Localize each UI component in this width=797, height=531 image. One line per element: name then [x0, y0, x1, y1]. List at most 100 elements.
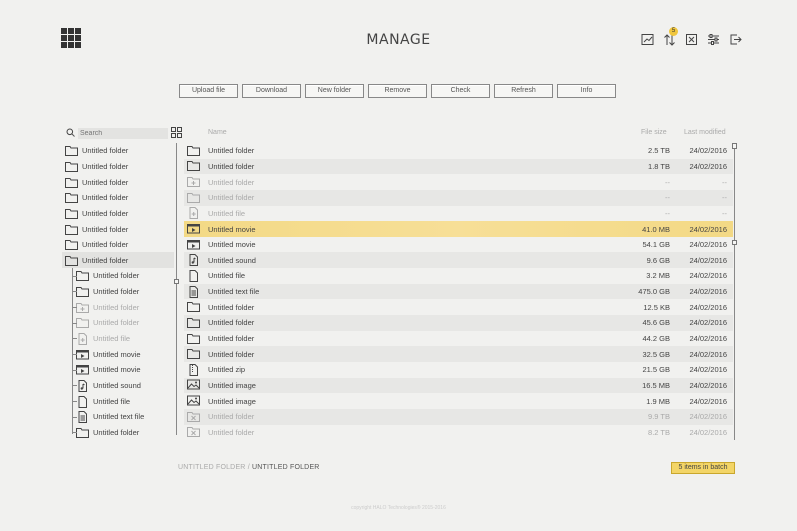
tree-item[interactable]: Untitled folder	[62, 159, 174, 175]
folder-icon	[65, 192, 78, 204]
file-add-icon	[187, 207, 200, 220]
top-toolbar-icons: 5	[636, 27, 746, 47]
file-name: Untitled image	[208, 396, 256, 406]
tree-item[interactable]: Untitled folder	[62, 425, 174, 441]
sliders-icon[interactable]	[702, 31, 724, 47]
image-icon	[187, 395, 200, 407]
tree-connector-tick	[72, 400, 77, 402]
folder-icon	[65, 145, 78, 157]
copyright: copyright HALO Technologies® 2015-2016	[351, 505, 446, 511]
close-box-icon[interactable]	[680, 31, 702, 47]
chart-icon[interactable]	[636, 31, 658, 47]
movie-icon	[187, 239, 200, 251]
info-button[interactable]: Info	[557, 84, 616, 98]
remove-button[interactable]: Remove	[368, 84, 427, 98]
new-folder-button[interactable]: New folder	[305, 84, 364, 98]
file-row[interactable]: Untitled folder -- --	[184, 174, 733, 190]
file-name: Untitled folder	[208, 177, 255, 187]
file-row[interactable]: Untitled movie 54.1 GB 24/02/2016	[184, 237, 733, 253]
file-row[interactable]: Untitled folder 1.8 TB 24/02/2016	[184, 158, 733, 175]
text-file-icon	[187, 285, 200, 298]
tree-item[interactable]: Untitled folder	[62, 315, 174, 331]
tree-item[interactable]: Untitled folder	[62, 299, 174, 315]
tree-connector-tick	[72, 307, 77, 308]
column-header-size[interactable]: File size	[641, 129, 667, 136]
file-date: 24/02/2016	[689, 365, 727, 375]
tree-scrollbar[interactable]	[176, 143, 177, 435]
tree-connector-tick	[72, 385, 77, 387]
breadcrumb-parent[interactable]: UNTITLED FOLDER	[178, 464, 246, 471]
tree-item[interactable]: Untitled sound	[62, 378, 174, 394]
movie-icon	[187, 223, 200, 235]
check-button[interactable]: Check	[431, 84, 490, 98]
search-input[interactable]	[78, 128, 168, 139]
file-row[interactable]: Untitled image 1.9 MB 24/02/2016	[184, 393, 733, 409]
tree-item[interactable]: Untitled movie	[62, 362, 174, 378]
folder-icon	[187, 192, 200, 204]
tree-item[interactable]: Untitled folder	[62, 206, 174, 222]
tree-item[interactable]: Untitled folder	[62, 284, 174, 300]
file-size: --	[665, 193, 670, 203]
text-file-icon	[76, 411, 89, 424]
column-header-name[interactable]: Name	[208, 129, 227, 136]
tree-item-label: Untitled file	[93, 334, 131, 343]
upload-file-button[interactable]: Upload file	[179, 84, 238, 98]
file-size: 32.5 GB	[642, 349, 670, 359]
file-icon	[187, 269, 200, 282]
tree-item[interactable]: Untitled movie	[62, 346, 174, 362]
file-scroll-handle[interactable]	[732, 240, 737, 245]
file-scroll-top-handle[interactable]	[732, 143, 737, 149]
folder-icon	[187, 145, 200, 157]
file-row[interactable]: Untitled file 3.2 MB 24/02/2016	[184, 268, 733, 284]
file-row[interactable]: Untitled folder 8.2 TB 24/02/2016	[184, 425, 733, 441]
file-date: 24/02/2016	[689, 412, 727, 422]
file-row[interactable]: Untitled folder -- --	[184, 189, 733, 206]
column-header-modified[interactable]: Last modified	[684, 129, 726, 136]
sort-badge: 5	[669, 27, 678, 36]
file-name: Untitled sound	[208, 255, 256, 265]
breadcrumb-current: UNTITLED FOLDER	[252, 464, 320, 471]
tree-item[interactable]: Untitled folder	[62, 237, 174, 253]
tree-item[interactable]: Untitled folder	[62, 221, 174, 237]
file-row[interactable]: Untitled zip 21.5 GB 24/02/2016	[184, 362, 733, 378]
tree-item[interactable]: Untitled folder	[62, 268, 174, 284]
logout-icon[interactable]	[724, 31, 746, 47]
file-row[interactable]: Untitled folder 45.6 GB 24/02/2016	[184, 315, 733, 331]
file-date: 24/02/2016	[689, 287, 727, 297]
file-row[interactable]: Untitled movie 41.0 MB 24/02/2016	[184, 221, 733, 237]
file-row[interactable]: Untitled image 16.5 MB 24/02/2016	[184, 377, 733, 394]
file-row[interactable]: Untitled sound 9.6 GB 24/02/2016	[184, 252, 733, 269]
file-size: 8.2 TB	[648, 427, 670, 437]
file-row[interactable]: Untitled folder 2.5 TB 24/02/2016	[184, 143, 733, 159]
folder-icon	[187, 333, 200, 345]
file-row[interactable]: Untitled folder 44.2 GB 24/02/2016	[184, 331, 733, 347]
tree-item[interactable]: Untitled folder	[62, 174, 174, 190]
search-icon	[66, 128, 75, 137]
tree-item[interactable]: Untitled file	[62, 331, 174, 347]
tree-item-label: Untitled folder	[93, 271, 140, 281]
file-date: 24/02/2016	[689, 349, 727, 359]
grid-view-icon[interactable]	[171, 127, 182, 138]
batch-badge[interactable]: 5 items in batch	[671, 462, 735, 474]
file-scrollbar[interactable]	[734, 143, 735, 440]
download-button[interactable]: Download	[242, 84, 301, 98]
tree-item[interactable]: Untitled folder	[62, 143, 174, 159]
zip-icon	[187, 363, 200, 376]
folder-icon	[65, 177, 78, 188]
refresh-button[interactable]: Refresh	[494, 84, 553, 98]
tree-item[interactable]: Untitled file	[62, 393, 174, 409]
tree-item-label: Untitled folder	[82, 177, 129, 187]
tree-item[interactable]: Untitled folder	[62, 190, 174, 206]
file-row[interactable]: Untitled folder 9.9 TB 24/02/2016	[184, 408, 733, 425]
tree-connector-tick	[72, 416, 77, 418]
file-row[interactable]: Untitled folder 32.5 GB 24/02/2016	[184, 346, 733, 362]
file-row[interactable]: Untitled text file 475.0 GB 24/02/2016	[184, 283, 733, 300]
tree-item[interactable]: Untitled text file	[62, 409, 174, 425]
sort-icon[interactable]: 5	[658, 27, 680, 47]
tree-scroll-handle[interactable]	[174, 279, 179, 284]
file-row[interactable]: Untitled file -- --	[184, 206, 733, 222]
file-row[interactable]: Untitled folder 12.5 KB 24/02/2016	[184, 299, 733, 315]
tree-item[interactable]: Untitled folder	[62, 252, 174, 269]
file-date: 24/02/2016	[689, 318, 727, 328]
tree-item-label: Untitled text file	[93, 412, 145, 422]
